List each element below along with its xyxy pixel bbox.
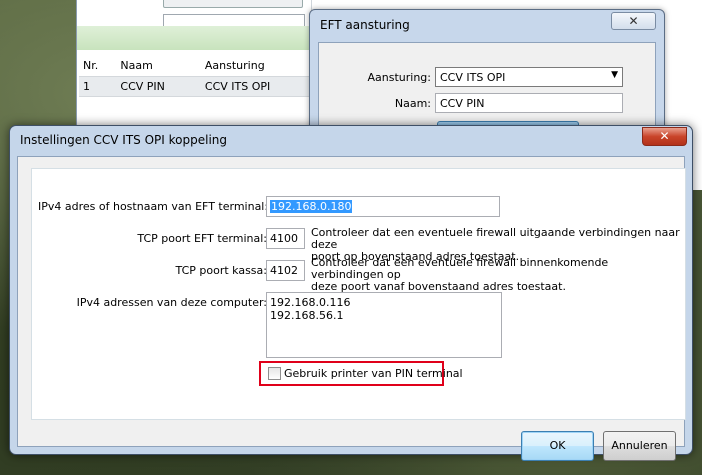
column-header-nr[interactable]: Nr. xyxy=(79,56,116,76)
host-input-value: 192.168.0.180 xyxy=(270,200,353,213)
cell-naam: CCV PIN xyxy=(116,75,201,97)
settings-dialog: Instellingen CCV ITS OPI koppeling ✕ IPv… xyxy=(9,125,693,461)
tcp-eft-label: TCP poort EFT terminal: xyxy=(137,232,267,245)
table-header-row: Nr. Naam Aansturing xyxy=(79,56,319,76)
cell-nr: 1 xyxy=(79,75,117,97)
ipv4-address: 192.168.56.1 xyxy=(270,309,344,322)
printer-checkbox[interactable] xyxy=(268,367,281,380)
cell-aansturing: CCV ITS OPI xyxy=(200,75,319,97)
printer-checkbox-label[interactable]: Gebruik printer van PIN terminal xyxy=(284,367,463,380)
host-label: IPv4 adres of hostnaam van EFT terminal: xyxy=(38,200,269,213)
aansturing-label: Aansturing: xyxy=(367,71,432,84)
ipv4-address: 192.168.0.116 xyxy=(270,296,351,309)
dialog-title: Instellingen CCV ITS OPI koppeling xyxy=(20,133,227,147)
naam-input[interactable]: CCV PIN xyxy=(435,93,623,113)
table-row[interactable]: 1 CCV PIN CCV ITS OPI xyxy=(79,75,319,97)
highlight-box: Gebruik printer van PIN terminal xyxy=(259,361,463,386)
dialog-close-button[interactable]: ✕ xyxy=(642,127,687,146)
column-header-aansturing[interactable]: Aansturing xyxy=(201,56,319,76)
ipv4-list-textarea[interactable]: 192.168.0.116 192.168.56.1 xyxy=(266,292,502,358)
cancel-button[interactable]: Annuleren xyxy=(603,431,676,461)
aansturing-select[interactable]: CCV ITS OPI ▼ xyxy=(435,67,623,87)
tcp-eft-input[interactable]: 4100 xyxy=(266,228,305,249)
background-button[interactable] xyxy=(163,0,303,8)
eft-close-button[interactable]: ✕ xyxy=(611,12,656,30)
ipv4-list-label: IPv4 adressen van deze computer: xyxy=(76,296,267,309)
tcp-eft-note-line-1: Controleer dat een eventuele firewall ui… xyxy=(311,226,680,251)
dialog-body: IPv4 adres of hostnaam van EFT terminal:… xyxy=(17,156,686,461)
eft-window-title: EFT aansturing xyxy=(320,18,410,32)
ok-button[interactable]: OK xyxy=(521,431,594,461)
tcp-kassa-label: TCP poort kassa: xyxy=(175,264,268,277)
background-header-bar xyxy=(77,26,317,50)
tcp-kassa-note: Controleer dat een eventuele firewall bi… xyxy=(311,257,681,293)
naam-label: Naam: xyxy=(394,97,431,110)
aansturing-select-value: CCV ITS OPI xyxy=(440,71,506,84)
chevron-down-icon: ▼ xyxy=(611,70,618,80)
tcp-kassa-note-line-1: Controleer dat een eventuele firewall bi… xyxy=(311,256,609,281)
tcp-kassa-input[interactable]: 4102 xyxy=(266,260,305,281)
column-header-naam[interactable]: Naam xyxy=(116,56,200,76)
terminal-table: Nr. Naam Aansturing 1 CCV PIN CCV ITS OP… xyxy=(79,56,319,97)
host-input[interactable]: 192.168.0.180 xyxy=(266,196,500,217)
settings-group: IPv4 adres of hostnaam van EFT terminal:… xyxy=(31,168,686,420)
